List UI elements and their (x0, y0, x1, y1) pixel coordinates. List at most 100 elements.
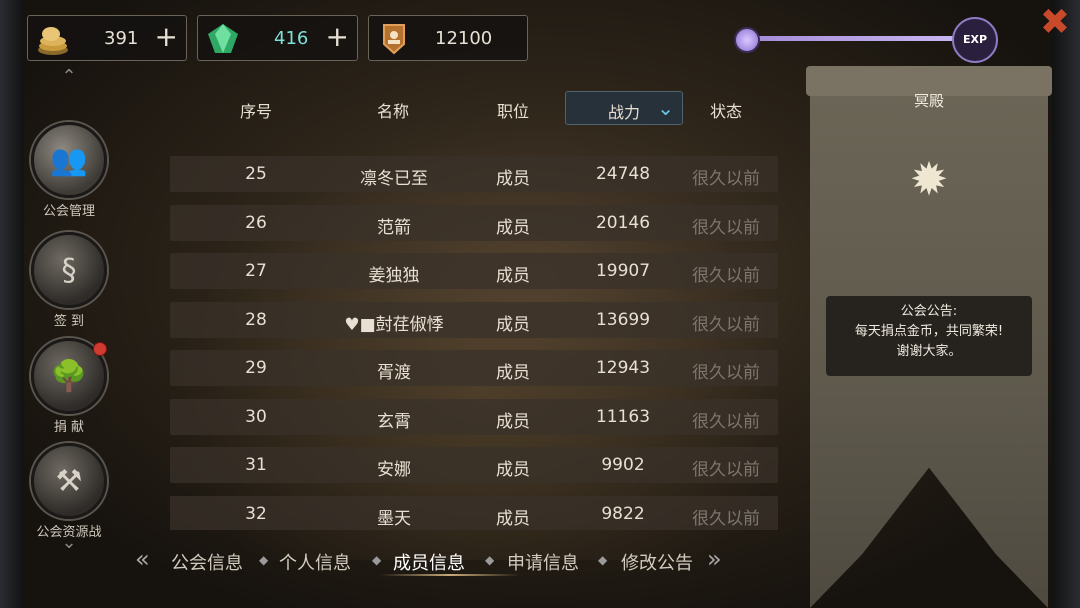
diamond-separator-icon: ◆ (259, 553, 269, 567)
row-status: 很久以前 (692, 218, 760, 238)
row-name: 玄霄 (377, 412, 411, 432)
arrow-right-icon[interactable]: » (707, 545, 722, 573)
sidebar-item-label: 捐 献 (53, 420, 85, 435)
table-row[interactable]: 29 胥渡 成员 12943 很久以前 (170, 350, 778, 386)
row-status: 很久以前 (692, 266, 760, 286)
gold-amount: 391 (104, 28, 139, 49)
row-name: 安娜 (377, 460, 411, 480)
row-index: 25 (245, 164, 267, 184)
row-name: 姜独独 (368, 266, 420, 286)
add-gold-button[interactable]: + (155, 22, 178, 52)
row-power: 11163 (595, 407, 651, 427)
row-power: 9822 (601, 504, 645, 524)
left-frame-border (0, 0, 24, 608)
row-role: 成员 (496, 363, 530, 383)
row-power: 9902 (601, 455, 645, 475)
sign-in-scroll-icon: § (31, 232, 107, 308)
sidebar-item-resource-war[interactable]: ⚒ 公会资源战 (25, 443, 113, 540)
column-header-role: 职位 (496, 102, 530, 121)
sun-emblem-icon: ✹ (909, 152, 949, 206)
row-status: 很久以前 (692, 460, 760, 480)
gem-resource: 416 + (197, 15, 358, 61)
green-gem-icon (204, 20, 242, 58)
exp-badge[interactable]: EXP (952, 17, 998, 63)
bottom-tab-bar: « 公会信息 ◆ 个人信息 ◆ 成员信息 ◆ 申请信息 ◆ 修改公告 » (135, 540, 735, 580)
row-index: 29 (245, 358, 267, 378)
row-index: 27 (245, 261, 267, 281)
row-index: 30 (245, 407, 267, 427)
row-name: ♥■尌荏俶悸 (344, 315, 444, 335)
column-header-index: 序号 (239, 102, 273, 121)
row-role: 成员 (496, 315, 530, 335)
exp-progress-knob (734, 27, 760, 53)
chevron-down-icon: ⌄ (657, 96, 674, 120)
sidebar-item-label: 公会管理 (42, 204, 95, 219)
diamond-separator-icon: ◆ (372, 553, 382, 567)
guild-name: 冥殿 (913, 92, 944, 110)
table-row[interactable]: 28 ♥■尌荏俶悸 成员 13699 很久以前 (170, 302, 778, 338)
power-amount: 12100 (435, 28, 493, 49)
tab-edit-notice[interactable]: 修改公告 (621, 549, 693, 575)
diamond-separator-icon: ◆ (598, 553, 608, 567)
tab-member-info[interactable]: 成员信息 (393, 549, 465, 575)
table-row[interactable]: 30 玄霄 成员 11163 很久以前 (170, 399, 778, 435)
row-status: 很久以前 (692, 509, 760, 529)
tab-personal-info[interactable]: 个人信息 (279, 549, 351, 575)
sidebar-item-sign-in[interactable]: § 签 到 (25, 232, 113, 329)
row-role: 成员 (496, 412, 530, 432)
sidebar-item-label: 签 到 (53, 314, 85, 329)
row-name: 范箭 (377, 218, 411, 238)
sidebar-item-guild-management[interactable]: 👥 公会管理 (25, 122, 113, 219)
table-row[interactable]: 27 姜独独 成员 19907 很久以前 (170, 253, 778, 289)
row-role: 成员 (496, 218, 530, 238)
guild-people-icon: 👥 (31, 122, 107, 198)
row-power: 12943 (595, 358, 651, 378)
table-row[interactable]: 32 墨天 成员 9822 很久以前 (170, 496, 778, 530)
table-row[interactable]: 26 范箭 成员 20146 很久以前 (170, 205, 778, 241)
power-sort-dropdown[interactable]: 战力 ⌄ (565, 91, 683, 125)
member-table-header: 序号 名称 职位 战力 ⌄ 状态 (170, 90, 780, 126)
row-power: 24748 (595, 164, 651, 184)
row-name: 凛冬已至 (360, 169, 428, 189)
close-icon[interactable]: ✖ (1036, 4, 1074, 42)
row-status: 很久以前 (692, 315, 760, 335)
notice-line: 公会公告: (900, 304, 958, 319)
arrow-left-icon[interactable]: « (135, 545, 150, 573)
notice-line: 每天捐点金币，共同繁荣! (854, 324, 1004, 339)
table-row[interactable]: 25 凛冬已至 成员 24748 很久以前 (170, 156, 778, 192)
diamond-separator-icon: ◆ (485, 553, 495, 567)
power-resource: 12100 (368, 15, 528, 61)
sidebar-item-label: 公会资源战 (36, 525, 102, 540)
column-header-power: 战力 (607, 103, 641, 122)
exp-progress-bar (742, 36, 957, 41)
row-index: 28 (245, 310, 267, 330)
row-name: 胥渡 (377, 363, 411, 383)
gem-amount: 416 (274, 28, 309, 49)
column-header-name: 名称 (376, 102, 410, 121)
row-index: 26 (245, 213, 267, 233)
row-role: 成员 (496, 509, 530, 529)
sidebar-item-donate[interactable]: 🌳 捐 献 (25, 338, 113, 435)
row-power: 13699 (595, 310, 651, 330)
tab-application-info[interactable]: 申请信息 (507, 549, 579, 575)
tab-guild-info[interactable]: 公会信息 (171, 549, 243, 575)
guild-notice: 公会公告: 每天捐点金币，共同繁荣! 谢谢大家。 (826, 296, 1032, 376)
row-power: 20146 (595, 213, 651, 233)
row-power: 19907 (595, 261, 651, 281)
gold-coins-icon (34, 20, 72, 58)
row-role: 成员 (496, 460, 530, 480)
row-index: 31 (245, 455, 267, 475)
right-frame-border (1052, 0, 1080, 608)
table-row[interactable]: 31 安娜 成员 9902 很久以前 (170, 447, 778, 483)
power-shield-icon (375, 20, 413, 58)
row-index: 32 (245, 504, 267, 524)
member-table-body[interactable]: 25 凛冬已至 成员 24748 很久以前 26 范箭 成员 20146 很久以… (170, 127, 780, 530)
row-role: 成员 (496, 169, 530, 189)
add-gem-button[interactable]: + (326, 22, 349, 52)
chevron-up-icon[interactable]: ⌃ (58, 66, 80, 88)
gold-resource: 391 + (27, 15, 187, 61)
resource-bag-icon: ⚒ (31, 443, 107, 519)
notice-line: 谢谢大家。 (896, 344, 962, 359)
active-tab-indicator (380, 574, 520, 576)
column-header-status: 状态 (709, 102, 743, 121)
